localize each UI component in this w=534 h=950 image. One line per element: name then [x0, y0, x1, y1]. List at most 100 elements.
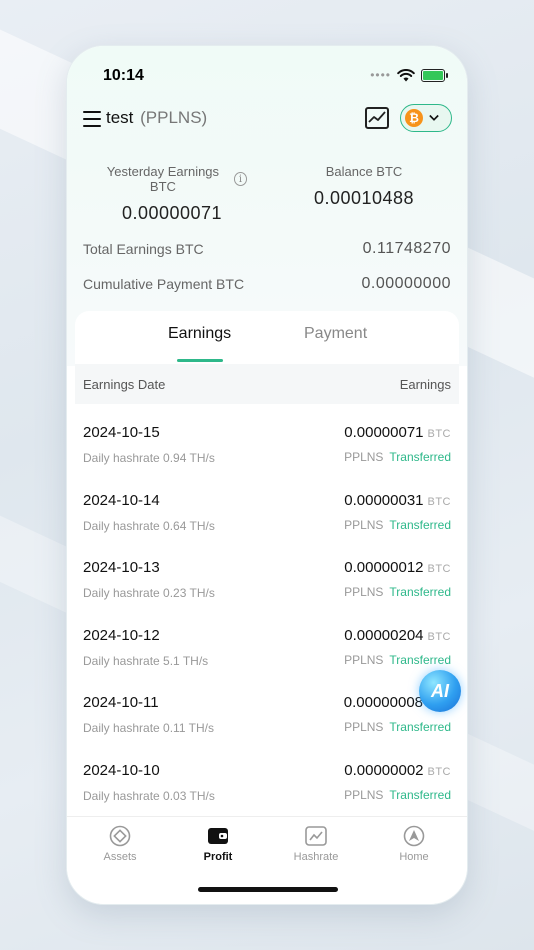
- column-earnings-date: Earnings Date: [83, 376, 166, 392]
- item-mode: PPLNS: [344, 585, 384, 599]
- item-mode: PPLNS: [344, 517, 384, 532]
- item-hashrate: Daily hashrate 0.94 TH/s: [83, 451, 215, 465]
- list-item[interactable]: 2024-10-14 Daily hashrate 0.64 TH/s 0.00…: [75, 476, 459, 544]
- item-status: PPLNS Transferred: [344, 450, 451, 464]
- item-mode: PPLNS: [344, 450, 384, 464]
- pool-mode: (PPLNS): [140, 108, 208, 127]
- tabbar-home-label: Home: [399, 851, 429, 863]
- item-transferred: Transferred: [389, 787, 451, 802]
- item-mode: PPLNS: [344, 720, 384, 734]
- cumulative-payment-value: 0.00000000: [361, 275, 451, 292]
- balance: Balance BTC 0.00010488: [289, 164, 439, 209]
- item-mode: PPLNS: [344, 787, 384, 802]
- tabbar-hashrate-label: Hashrate: [293, 851, 339, 863]
- item-date: 2024-10-14: [83, 491, 160, 509]
- tab-bar: Earnings Payment: [75, 311, 459, 363]
- ai-assistant-button[interactable]: AI: [419, 670, 461, 712]
- item-unit: BTC: [427, 563, 451, 575]
- phone-frame: 10:14 •••• test (PPLNS) ₿ Yesterday Earn…: [66, 45, 468, 905]
- tabbar-assets-label: Assets: [103, 851, 137, 863]
- cumulative-payment-row: Cumulative Payment BTC 0.00000000: [83, 275, 451, 293]
- item-unit: BTC: [427, 765, 451, 778]
- signal-dots-icon: ••••: [370, 68, 391, 82]
- item-status: PPLNS Transferred: [344, 788, 451, 802]
- item-hashrate: Daily hashrate 0.03 TH/s: [83, 788, 215, 803]
- item-mode: PPLNS: [344, 652, 384, 667]
- item-date: 2024-10-12: [83, 626, 160, 644]
- list-item[interactable]: 2024-10-11 Daily hashrate 0.11 TH/s 0.00…: [75, 678, 459, 746]
- item-transferred: Transferred: [389, 517, 451, 532]
- yesterday-value: 0.00000071: [121, 203, 223, 223]
- balance-value: 0.00010488: [313, 188, 415, 208]
- assets-icon: [109, 825, 131, 847]
- item-date: 2024-10-13: [83, 559, 160, 576]
- item-amount: 0.00000031 BTC: [344, 491, 451, 509]
- item-amount: 0.00000071 BTC: [344, 424, 451, 441]
- item-transferred: Transferred: [389, 585, 451, 599]
- column-earnings: Earnings: [399, 376, 451, 392]
- item-unit: BTC: [427, 495, 451, 508]
- total-earnings-value: 0.11748270: [362, 240, 451, 257]
- home-icon: [403, 825, 425, 847]
- earnings-card: Earnings Payment Earnings Date Earnings …: [75, 311, 459, 818]
- info-icon[interactable]: i: [233, 172, 247, 186]
- header: test (PPLNS) ₿: [67, 101, 467, 141]
- tabbar-profit[interactable]: Profit: [188, 825, 248, 863]
- wallet-icon: [207, 825, 229, 847]
- item-date: 2024-10-10: [83, 761, 160, 779]
- tabbar-assets[interactable]: Assets: [90, 825, 150, 863]
- item-hashrate: Daily hashrate 0.11 TH/s: [83, 721, 214, 735]
- item-hashrate: Daily hashrate 0.23 TH/s: [83, 586, 215, 600]
- item-status: PPLNS Transferred: [344, 653, 451, 667]
- bottom-tab-bar: Assets Profit Hashrate Home: [67, 816, 467, 904]
- item-amount: 0.00000002 BTC: [344, 761, 451, 779]
- home-indicator: [198, 887, 338, 892]
- cumulative-payment-label: Cumulative Payment BTC: [83, 276, 245, 292]
- balance-label: Balance BTC: [325, 164, 403, 179]
- bitcoin-icon: ₿: [405, 109, 423, 127]
- item-transferred: Transferred: [389, 652, 451, 667]
- list-item[interactable]: 2024-10-12 Daily hashrate 5.1 TH/s 0.000…: [75, 611, 459, 679]
- total-earnings-label: Total Earnings BTC: [83, 241, 204, 257]
- item-date: 2024-10-15: [83, 424, 160, 441]
- tab-earnings[interactable]: Earnings: [168, 325, 231, 343]
- chevron-down-icon: [429, 113, 439, 123]
- status-bar: 10:14 ••••: [67, 46, 467, 104]
- item-amount: 0.00000008: [343, 694, 423, 711]
- item-date: 2024-10-11: [83, 694, 159, 711]
- item-hashrate: Daily hashrate 5.1 TH/s: [83, 653, 209, 668]
- yesterday-label: Yesterday Earnings BTC: [106, 164, 220, 194]
- earnings-list: 2024-10-15 Daily hashrate 0.94 TH/s 0.00…: [75, 408, 459, 813]
- item-amount: 0.00000012 BTC: [344, 559, 451, 576]
- account-switcher[interactable]: test (PPLNS): [106, 108, 207, 128]
- item-status: PPLNS Transferred: [344, 720, 451, 734]
- list-item[interactable]: 2024-10-10 Daily hashrate 0.03 TH/s 0.00…: [75, 746, 459, 814]
- item-status: PPLNS Transferred: [344, 518, 451, 532]
- account-name: test: [106, 108, 134, 127]
- list-item[interactable]: 2024-10-15 Daily hashrate 0.94 TH/s 0.00…: [75, 408, 459, 476]
- yesterday-earnings: Yesterday Earnings BTC i 0.00000071: [97, 164, 247, 224]
- chart-icon[interactable]: [365, 107, 389, 129]
- active-tab-indicator: [177, 359, 223, 362]
- item-hashrate: Daily hashrate 0.64 TH/s: [83, 518, 215, 533]
- tabbar-profit-label: Profit: [203, 851, 233, 863]
- coin-selector[interactable]: ₿: [400, 104, 452, 132]
- wifi-icon: [397, 68, 415, 81]
- status-time: 10:14: [103, 67, 144, 84]
- tabbar-home[interactable]: Home: [384, 825, 444, 863]
- item-status: PPLNS Transferred: [344, 585, 451, 599]
- battery-charging-icon: [421, 68, 448, 82]
- item-transferred: Transferred: [389, 450, 451, 464]
- item-unit: BTC: [427, 630, 451, 643]
- item-unit: BTC: [427, 428, 451, 440]
- item-amount: 0.00000204 BTC: [344, 626, 451, 644]
- list-item[interactable]: 2024-10-13 Daily hashrate 0.23 TH/s 0.00…: [75, 543, 459, 611]
- item-transferred: Transferred: [389, 720, 451, 734]
- menu-icon[interactable]: [83, 111, 101, 127]
- tab-payment[interactable]: Payment: [304, 325, 367, 343]
- tabbar-hashrate[interactable]: Hashrate: [286, 825, 346, 863]
- table-header: Earnings Date Earnings: [75, 364, 459, 404]
- status-icons: ••••: [370, 68, 448, 82]
- hashrate-chart-icon: [305, 825, 327, 847]
- total-earnings-row: Total Earnings BTC 0.11748270: [83, 240, 451, 258]
